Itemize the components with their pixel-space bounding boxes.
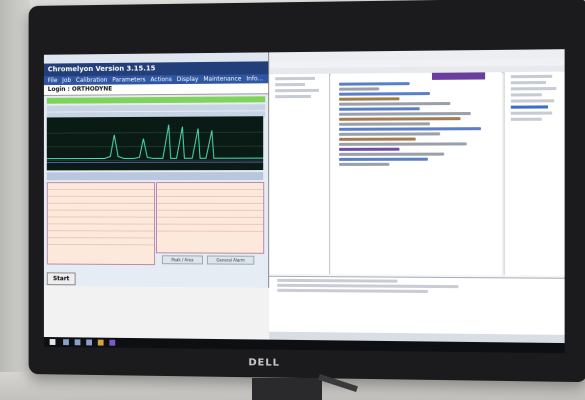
solution-explorer-panel — [503, 71, 565, 276]
code-line — [339, 87, 380, 91]
list-item[interactable] — [510, 111, 553, 115]
list-item[interactable] — [510, 99, 555, 103]
code-editor[interactable] — [330, 72, 502, 276]
code-line — [339, 157, 428, 161]
table-row — [157, 224, 264, 232]
wall — [0, 0, 30, 400]
list-item[interactable] — [510, 117, 542, 121]
list-item[interactable] — [510, 93, 542, 97]
code-line — [339, 147, 400, 151]
code-line — [339, 142, 467, 146]
general-alarm-button[interactable]: General Alarm — [206, 255, 255, 265]
tab-active-file[interactable] — [431, 72, 486, 80]
chromelyon-window: Chromelyon Version 3.15.15 File Job Cali… — [43, 52, 270, 288]
list-item — [275, 88, 319, 93]
output-line — [277, 283, 459, 289]
code-line — [339, 137, 416, 141]
table-row — [47, 238, 155, 246]
visual-studio-window — [269, 49, 565, 346]
visual-studio-icon[interactable] — [109, 339, 116, 346]
results-table — [46, 182, 156, 266]
code-line — [339, 82, 410, 86]
folder-icon[interactable] — [97, 339, 104, 346]
code-line — [339, 111, 471, 116]
peak-area-button[interactable]: Peak / Area — [161, 255, 204, 265]
start-button[interactable]: Start — [46, 272, 76, 286]
list-item[interactable] — [510, 74, 553, 79]
output-line — [277, 278, 398, 283]
code-line — [339, 101, 451, 106]
code-line — [339, 122, 430, 126]
menu-bar: File Job Calibration Parameters Actions … — [43, 74, 269, 86]
taskbar-app-icon[interactable] — [63, 339, 69, 346]
list-item[interactable] — [510, 80, 546, 85]
menu-item-parameters[interactable]: Parameters — [112, 75, 145, 84]
monitor: Chromelyon Version 3.15.15 File Job Cali… — [28, 0, 585, 383]
code-line — [339, 97, 400, 101]
code-line — [339, 107, 420, 111]
menu-item-display[interactable]: Display — [177, 75, 199, 84]
list-item[interactable] — [510, 105, 549, 109]
menu-item-maintenance[interactable]: Maintenance — [203, 75, 241, 84]
login-label: Login : ORTHODYNE — [43, 83, 269, 96]
code-line — [339, 132, 441, 136]
table-row — [157, 183, 264, 190]
tab-strip[interactable] — [46, 172, 264, 181]
status-bar — [46, 96, 266, 104]
code-line — [339, 152, 445, 156]
chromatogram-plot — [47, 116, 263, 171]
menu-item-job[interactable]: Job — [62, 76, 71, 85]
code-line — [339, 92, 430, 96]
start-menu-icon[interactable] — [49, 339, 56, 345]
list-item[interactable] — [510, 87, 557, 91]
taskbar-app-icon[interactable] — [86, 339, 93, 346]
code-line — [339, 117, 461, 121]
code-line — [339, 162, 390, 166]
monitor-stand — [252, 378, 322, 400]
table-row — [157, 190, 264, 197]
menu-item-calibration[interactable]: Calibration — [76, 76, 108, 85]
menu-item-file[interactable]: File — [48, 76, 58, 85]
output-line — [277, 288, 428, 293]
list-item — [275, 94, 311, 99]
list-item — [275, 76, 315, 81]
compounds-table — [156, 182, 265, 254]
menu-item-actions[interactable]: Actions — [150, 75, 171, 84]
test-explorer-panel — [269, 73, 330, 275]
menu-item-info[interactable]: Info... — [246, 74, 263, 83]
output-panel — [269, 275, 565, 336]
monitor-screen: Chromelyon Version 3.15.15 File Job Cali… — [43, 49, 565, 354]
taskbar-app-icon[interactable] — [74, 339, 81, 346]
list-item — [275, 82, 305, 87]
chromatogram-trace — [47, 116, 263, 170]
table-row — [47, 183, 155, 190]
brand-logo: DELL — [248, 357, 280, 369]
code-line — [339, 127, 482, 131]
